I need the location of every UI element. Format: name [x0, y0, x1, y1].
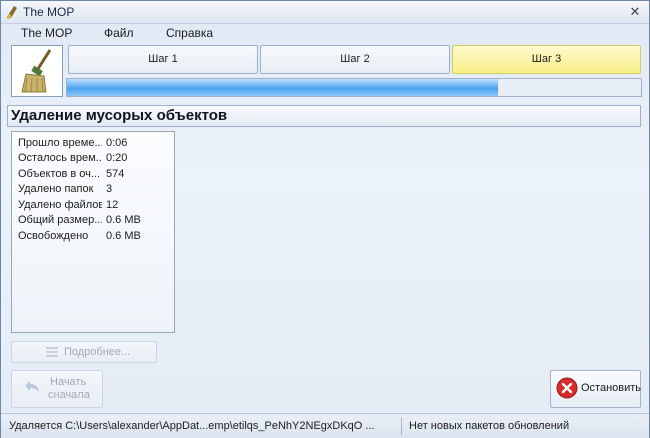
tab-step-1[interactable]: Шаг 1: [68, 45, 258, 74]
stop-button[interactable]: Остановить: [550, 370, 641, 408]
stat-label: Прошло време...: [18, 137, 102, 149]
stop-button-label: Остановить: [581, 382, 642, 394]
close-icon[interactable]: ✕: [627, 4, 643, 20]
details-button[interactable]: Подробнее...: [11, 341, 157, 363]
stat-row: Прошло време... 0:06: [18, 136, 172, 151]
stat-value: 0:20: [106, 152, 128, 164]
menu-item-the-mop[interactable]: The MOP: [21, 26, 72, 40]
stat-label: Удалено папок: [18, 183, 94, 195]
stat-value: 0.6 MB: [106, 230, 141, 242]
stat-label: Удалено файлов: [18, 199, 102, 211]
stat-value: 0.6 MB: [106, 214, 141, 226]
restart-label-line1: Начать: [50, 376, 87, 388]
status-updates: Нет новых пакетов обновлений: [409, 420, 570, 432]
progress-fill: [67, 79, 498, 96]
stat-row: Удалено папок 3: [18, 182, 172, 197]
stat-row: Освобождено 0.6 MB: [18, 229, 172, 244]
menu-bar: The MOP Файл Справка: [1, 24, 649, 42]
app-logo: [11, 45, 63, 97]
stat-label: Освобождено: [18, 230, 89, 242]
mop-icon: [21, 49, 52, 93]
stat-value: 0:06: [106, 137, 128, 149]
stat-row: Общий размер... 0.6 MB: [18, 213, 172, 228]
app-icon: [6, 6, 17, 19]
stat-row: Удалено файлов 12: [18, 198, 172, 213]
stat-value: 12: [106, 199, 119, 211]
main-window: The MOP ✕ The MOP Файл Справка Шаг 1 Шаг…: [0, 0, 650, 438]
stat-row: Осталось врем... 0:20: [18, 151, 172, 166]
stop-icon: [556, 377, 578, 399]
menu-item-file[interactable]: Файл: [104, 26, 134, 40]
title-bar[interactable]: The MOP ✕: [1, 1, 649, 24]
list-icon: [46, 347, 58, 357]
stat-label: Объектов в оч...: [18, 168, 101, 180]
stats-panel: Прошло време... 0:06 Осталось врем... 0:…: [11, 131, 175, 333]
restart-button[interactable]: Начать сначала: [11, 370, 103, 408]
status-current-file: Удаляется C:\Users\alexander\AppDat...em…: [9, 420, 375, 432]
stat-row: Объектов в оч... 574: [18, 167, 172, 182]
details-button-label: Подробнее...: [64, 346, 131, 358]
stat-value: 3: [106, 183, 113, 195]
status-bar: Удаляется C:\Users\alexander\AppDat...em…: [1, 413, 649, 438]
window-title: The MOP: [23, 5, 75, 19]
tab-step-3[interactable]: Шаг 3: [452, 45, 641, 74]
progress-bar: [66, 78, 642, 97]
menu-item-help[interactable]: Справка: [166, 26, 213, 40]
section-title: Удаление мусорых объектов: [11, 107, 228, 124]
status-divider: [401, 417, 402, 435]
section-header: Удаление мусорых объектов: [7, 105, 641, 127]
tab-step-2[interactable]: Шаг 2: [260, 45, 450, 74]
stat-value: 574: [106, 168, 125, 180]
restart-label-line2: сначала: [48, 389, 90, 401]
back-arrow-icon: [25, 381, 39, 393]
stat-label: Осталось врем...: [18, 152, 102, 164]
stat-label: Общий размер...: [18, 214, 102, 226]
